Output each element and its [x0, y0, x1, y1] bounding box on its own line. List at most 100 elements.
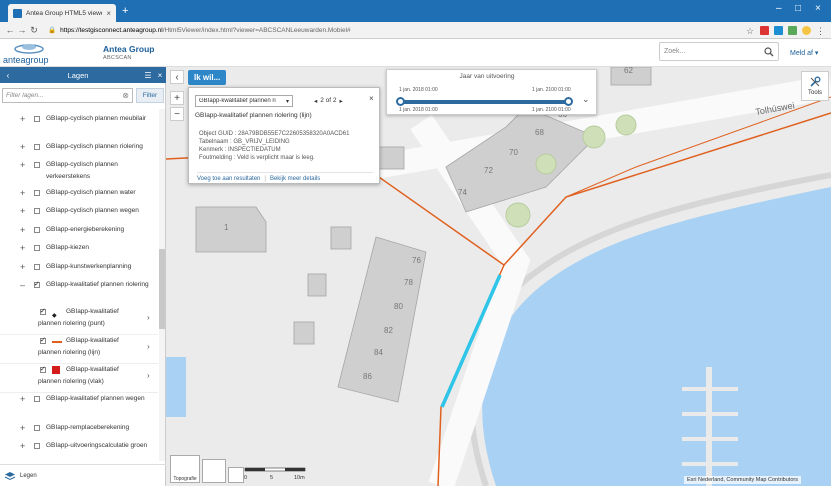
- layer-label: GBIapp-cyclisch plannen wegen: [46, 207, 139, 214]
- browser-window: Antea Group HTML5 viewer × + – □ × ← → ↻…: [0, 0, 831, 486]
- tools-button[interactable]: Tools: [801, 71, 829, 101]
- jetty-finger: [682, 462, 706, 466]
- expand-icon[interactable]: +: [20, 141, 28, 153]
- layer-list: + GBIapp-cyclisch plannen meubilair + GBIa…: [0, 109, 158, 461]
- filter-input[interactable]: Filter lagen... ⊗: [2, 88, 133, 103]
- filter-button[interactable]: Filter: [136, 88, 164, 103]
- chevron-down-icon: ▾: [285, 98, 289, 105]
- popup-close-icon[interactable]: ×: [369, 94, 374, 103]
- profile-icon[interactable]: [802, 25, 811, 35]
- add-to-results-link[interactable]: Voeg toe aan resultaten: [197, 176, 260, 182]
- layer-checkbox[interactable]: [34, 144, 40, 150]
- zoom-out-button[interactable]: −: [170, 107, 184, 121]
- layer-checkbox[interactable]: [34, 396, 40, 402]
- expand-icon[interactable]: +: [20, 440, 28, 452]
- collapse-icon[interactable]: –: [20, 279, 28, 291]
- layer-checkbox[interactable]: [34, 264, 40, 270]
- scale-bar: 0 5 10m: [244, 467, 306, 481]
- logo-text: anteagroup: [3, 55, 49, 65]
- layer-checkbox[interactable]: [34, 245, 40, 251]
- layer-filter: Filter lagen... ⊗ Filter: [2, 88, 164, 103]
- popup-attributes: Object GUID : 28A79BDB55E7C22605358320A0…: [199, 130, 349, 162]
- time-end-handle[interactable]: [564, 97, 573, 106]
- minimize-icon[interactable]: –: [776, 3, 782, 14]
- building: [293, 321, 315, 345]
- chevron-down-icon[interactable]: ⌄: [582, 94, 590, 105]
- new-tab-button[interactable]: +: [122, 5, 128, 17]
- chevron-right-icon[interactable]: ›: [147, 370, 150, 382]
- expand-icon[interactable]: +: [20, 422, 28, 434]
- layers-panel-footer: Legen: [0, 464, 166, 486]
- scrollbar-thumb[interactable]: [159, 249, 165, 329]
- layer-checkbox[interactable]: [34, 279, 40, 291]
- time-slider-track[interactable]: [400, 100, 572, 104]
- logout-menu[interactable]: Meld af ▾: [790, 49, 818, 57]
- layers-footer-label: Legen: [20, 472, 37, 479]
- next-icon[interactable]: ▸: [340, 97, 343, 105]
- layer-label: GBIapp-kiezen: [46, 244, 89, 251]
- expand-icon[interactable]: +: [20, 393, 28, 405]
- sublayer-item[interactable]: GBIapp-kwalitatief plannen riolering (li…: [0, 335, 158, 364]
- prev-icon[interactable]: ◂: [314, 97, 317, 105]
- extension-icon-2[interactable]: [788, 25, 797, 35]
- expand-icon[interactable]: +: [20, 113, 28, 125]
- maximize-icon[interactable]: □: [795, 3, 801, 14]
- forward-icon[interactable]: →: [16, 25, 28, 35]
- layer-checkbox[interactable]: [34, 443, 40, 449]
- chevron-right-icon[interactable]: ›: [147, 312, 150, 324]
- popup-attr: Tabelnaam : GB_VRIJV_LEIDING: [199, 139, 290, 145]
- search-placeholder: Zoek...: [664, 48, 686, 55]
- layer-list-scrollbar[interactable]: [159, 109, 165, 461]
- time-start-handle[interactable]: [396, 97, 405, 106]
- building: [375, 146, 405, 170]
- view-details-link[interactable]: Bekijk meer details: [270, 176, 320, 182]
- jetty-finger: [712, 437, 738, 441]
- layer-checkbox[interactable]: [34, 162, 40, 168]
- expand-icon[interactable]: +: [20, 205, 28, 217]
- basemap-option[interactable]: [202, 459, 226, 483]
- sublayer-item[interactable]: ◆GBIapp-kwalitatief plannen riolering (p…: [0, 306, 158, 335]
- tab-close-icon[interactable]: ×: [106, 9, 111, 18]
- expand-icon[interactable]: +: [20, 187, 28, 199]
- list-menu-icon[interactable]: ☰: [142, 71, 154, 80]
- expand-icon[interactable]: +: [20, 159, 28, 171]
- search-icon[interactable]: [764, 46, 774, 57]
- layer-checkbox[interactable]: [34, 227, 40, 233]
- clear-icon[interactable]: ⊗: [122, 91, 129, 100]
- chevron-left-icon[interactable]: ‹: [2, 71, 14, 80]
- layers-icon[interactable]: [4, 471, 16, 481]
- zoom-in-button[interactable]: +: [170, 91, 184, 105]
- close-window-icon[interactable]: ×: [815, 3, 821, 14]
- layer-checkbox[interactable]: [34, 190, 40, 196]
- browser-tab[interactable]: Antea Group HTML5 viewer ×: [8, 4, 116, 22]
- chevron-right-icon[interactable]: ›: [147, 341, 150, 353]
- star-icon[interactable]: ☆: [746, 26, 755, 36]
- expand-icon[interactable]: +: [20, 242, 28, 254]
- map-view[interactable]: 1 74 72 70 68 66 76 78 80 82 84 86 62 To…: [166, 67, 831, 486]
- menu-icon[interactable]: ⋮: [816, 26, 825, 36]
- back-icon[interactable]: ←: [4, 25, 16, 35]
- expand-icon[interactable]: +: [20, 224, 28, 236]
- layer-checkbox[interactable]: [34, 425, 40, 431]
- jetty-finger: [682, 412, 706, 416]
- ik-wil-button[interactable]: Ik wil...: [188, 70, 227, 85]
- layer-label: GBIapp-remplaceberekening: [46, 424, 130, 431]
- extension-icon[interactable]: [774, 25, 783, 35]
- sublayer-label: GBIapp-kwalitatief plannen riolering (pu…: [38, 308, 119, 327]
- layer-label: GBIapp-cyclisch plannen meubilair: [46, 115, 147, 122]
- layer-checkbox[interactable]: [34, 116, 40, 122]
- expand-icon[interactable]: +: [20, 261, 28, 273]
- collapse-panel-button[interactable]: ‹: [170, 70, 184, 84]
- basemap-topografie[interactable]: Topografie: [170, 455, 200, 483]
- house-number: 68: [535, 128, 544, 137]
- close-icon[interactable]: ×: [154, 71, 166, 80]
- basemap-option[interactable]: [228, 467, 244, 483]
- opera-extension-icon[interactable]: [760, 25, 769, 35]
- layer-label: GBIapp-cyclisch plannen verkeerstekens: [46, 161, 118, 180]
- sublayer-item[interactable]: GBIapp-kwalitatief plannen riolering (vl…: [0, 364, 158, 393]
- search-input[interactable]: Zoek...: [659, 42, 779, 61]
- url-field[interactable]: 🔒 https://testgisconnect.anteagroup.nl/H…: [48, 24, 738, 36]
- layer-select[interactable]: GBIapp-kwalitatief plannen ri ▾: [195, 95, 293, 107]
- layer-checkbox[interactable]: [34, 208, 40, 214]
- reload-icon[interactable]: ↻: [28, 25, 40, 36]
